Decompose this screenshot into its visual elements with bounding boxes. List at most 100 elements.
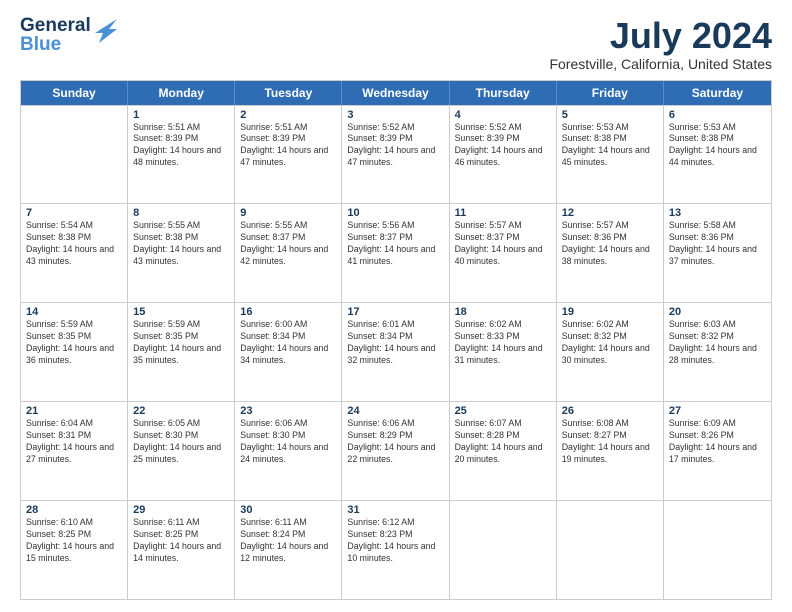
day-number: 21 [26,405,122,417]
day-number: 15 [133,306,229,318]
day-info: Sunrise: 5:55 AM Sunset: 8:37 PM Dayligh… [240,220,336,268]
calendar-day-cell: 14Sunrise: 5:59 AM Sunset: 8:35 PM Dayli… [21,303,128,401]
day-info: Sunrise: 6:04 AM Sunset: 8:31 PM Dayligh… [26,418,122,466]
calendar-day-cell: 3Sunrise: 5:52 AM Sunset: 8:39 PM Daylig… [342,106,449,204]
calendar-day-cell: 10Sunrise: 5:56 AM Sunset: 8:37 PM Dayli… [342,204,449,302]
calendar-day-cell: 26Sunrise: 6:08 AM Sunset: 8:27 PM Dayli… [557,402,664,500]
calendar-week-row: 1Sunrise: 5:51 AM Sunset: 8:39 PM Daylig… [21,105,771,204]
day-info: Sunrise: 6:11 AM Sunset: 8:25 PM Dayligh… [133,517,229,565]
calendar-day-cell [21,106,128,204]
day-number: 18 [455,306,551,318]
day-info: Sunrise: 6:03 AM Sunset: 8:32 PM Dayligh… [669,319,766,367]
day-number: 2 [240,109,336,121]
calendar-week-row: 7Sunrise: 5:54 AM Sunset: 8:38 PM Daylig… [21,203,771,302]
calendar-day-cell: 25Sunrise: 6:07 AM Sunset: 8:28 PM Dayli… [450,402,557,500]
calendar-day-cell: 8Sunrise: 5:55 AM Sunset: 8:38 PM Daylig… [128,204,235,302]
day-info: Sunrise: 5:58 AM Sunset: 8:36 PM Dayligh… [669,220,766,268]
day-info: Sunrise: 6:12 AM Sunset: 8:23 PM Dayligh… [347,517,443,565]
day-info: Sunrise: 5:51 AM Sunset: 8:39 PM Dayligh… [240,122,336,170]
day-info: Sunrise: 5:53 AM Sunset: 8:38 PM Dayligh… [562,122,658,170]
day-number: 30 [240,504,336,516]
calendar-day-cell: 21Sunrise: 6:04 AM Sunset: 8:31 PM Dayli… [21,402,128,500]
calendar-header-cell: Saturday [664,81,771,105]
day-number: 3 [347,109,443,121]
calendar-day-cell: 28Sunrise: 6:10 AM Sunset: 8:25 PM Dayli… [21,501,128,599]
calendar-day-cell: 17Sunrise: 6:01 AM Sunset: 8:34 PM Dayli… [342,303,449,401]
day-info: Sunrise: 6:00 AM Sunset: 8:34 PM Dayligh… [240,319,336,367]
day-number: 4 [455,109,551,121]
calendar-day-cell: 9Sunrise: 5:55 AM Sunset: 8:37 PM Daylig… [235,204,342,302]
day-number: 24 [347,405,443,417]
calendar-day-cell: 1Sunrise: 5:51 AM Sunset: 8:39 PM Daylig… [128,106,235,204]
day-info: Sunrise: 5:52 AM Sunset: 8:39 PM Dayligh… [347,122,443,170]
day-info: Sunrise: 5:59 AM Sunset: 8:35 PM Dayligh… [133,319,229,367]
calendar-day-cell: 30Sunrise: 6:11 AM Sunset: 8:24 PM Dayli… [235,501,342,599]
day-number: 25 [455,405,551,417]
calendar-day-cell: 6Sunrise: 5:53 AM Sunset: 8:38 PM Daylig… [664,106,771,204]
month-title: July 2024 [549,16,772,56]
calendar-day-cell: 16Sunrise: 6:00 AM Sunset: 8:34 PM Dayli… [235,303,342,401]
day-info: Sunrise: 5:53 AM Sunset: 8:38 PM Dayligh… [669,122,766,170]
day-info: Sunrise: 6:06 AM Sunset: 8:30 PM Dayligh… [240,418,336,466]
calendar-day-cell: 29Sunrise: 6:11 AM Sunset: 8:25 PM Dayli… [128,501,235,599]
day-info: Sunrise: 6:08 AM Sunset: 8:27 PM Dayligh… [562,418,658,466]
calendar-day-cell: 5Sunrise: 5:53 AM Sunset: 8:38 PM Daylig… [557,106,664,204]
day-info: Sunrise: 6:09 AM Sunset: 8:26 PM Dayligh… [669,418,766,466]
calendar-day-cell: 11Sunrise: 5:57 AM Sunset: 8:37 PM Dayli… [450,204,557,302]
day-info: Sunrise: 6:11 AM Sunset: 8:24 PM Dayligh… [240,517,336,565]
calendar-day-cell [450,501,557,599]
day-number: 5 [562,109,658,121]
header: GeneralBlue July 2024 Forestville, Calif… [20,16,772,72]
day-info: Sunrise: 5:59 AM Sunset: 8:35 PM Dayligh… [26,319,122,367]
calendar-day-cell: 31Sunrise: 6:12 AM Sunset: 8:23 PM Dayli… [342,501,449,599]
day-number: 14 [26,306,122,318]
day-info: Sunrise: 6:01 AM Sunset: 8:34 PM Dayligh… [347,319,443,367]
day-info: Sunrise: 5:51 AM Sunset: 8:39 PM Dayligh… [133,122,229,170]
day-number: 26 [562,405,658,417]
calendar-day-cell: 18Sunrise: 6:02 AM Sunset: 8:33 PM Dayli… [450,303,557,401]
calendar-day-cell: 20Sunrise: 6:03 AM Sunset: 8:32 PM Dayli… [664,303,771,401]
calendar-week-row: 28Sunrise: 6:10 AM Sunset: 8:25 PM Dayli… [21,500,771,599]
day-info: Sunrise: 5:52 AM Sunset: 8:39 PM Dayligh… [455,122,551,170]
day-number: 7 [26,207,122,219]
day-info: Sunrise: 5:55 AM Sunset: 8:38 PM Dayligh… [133,220,229,268]
day-number: 31 [347,504,443,516]
day-number: 13 [669,207,766,219]
day-number: 16 [240,306,336,318]
calendar-week-row: 21Sunrise: 6:04 AM Sunset: 8:31 PM Dayli… [21,401,771,500]
calendar-header-cell: Monday [128,81,235,105]
calendar-body: 1Sunrise: 5:51 AM Sunset: 8:39 PM Daylig… [21,105,771,599]
calendar-header-cell: Tuesday [235,81,342,105]
day-number: 20 [669,306,766,318]
logo-icon [95,19,117,47]
calendar-day-cell [557,501,664,599]
day-number: 10 [347,207,443,219]
day-number: 1 [133,109,229,121]
calendar-day-cell: 27Sunrise: 6:09 AM Sunset: 8:26 PM Dayli… [664,402,771,500]
day-number: 9 [240,207,336,219]
calendar-day-cell [664,501,771,599]
calendar-day-cell: 22Sunrise: 6:05 AM Sunset: 8:30 PM Dayli… [128,402,235,500]
day-number: 8 [133,207,229,219]
day-info: Sunrise: 6:06 AM Sunset: 8:29 PM Dayligh… [347,418,443,466]
day-number: 23 [240,405,336,417]
logo-text: GeneralBlue [20,16,91,54]
calendar: SundayMondayTuesdayWednesdayThursdayFrid… [20,80,772,600]
calendar-day-cell: 13Sunrise: 5:58 AM Sunset: 8:36 PM Dayli… [664,204,771,302]
day-info: Sunrise: 6:02 AM Sunset: 8:32 PM Dayligh… [562,319,658,367]
calendar-header-cell: Sunday [21,81,128,105]
calendar-header-cell: Wednesday [342,81,449,105]
day-number: 22 [133,405,229,417]
day-number: 27 [669,405,766,417]
day-info: Sunrise: 5:56 AM Sunset: 8:37 PM Dayligh… [347,220,443,268]
calendar-day-cell: 12Sunrise: 5:57 AM Sunset: 8:36 PM Dayli… [557,204,664,302]
day-number: 19 [562,306,658,318]
calendar-day-cell: 23Sunrise: 6:06 AM Sunset: 8:30 PM Dayli… [235,402,342,500]
page: GeneralBlue July 2024 Forestville, Calif… [0,0,792,612]
calendar-day-cell: 4Sunrise: 5:52 AM Sunset: 8:39 PM Daylig… [450,106,557,204]
day-number: 28 [26,504,122,516]
calendar-header-row: SundayMondayTuesdayWednesdayThursdayFrid… [21,81,771,105]
day-info: Sunrise: 6:07 AM Sunset: 8:28 PM Dayligh… [455,418,551,466]
day-number: 29 [133,504,229,516]
calendar-day-cell: 2Sunrise: 5:51 AM Sunset: 8:39 PM Daylig… [235,106,342,204]
